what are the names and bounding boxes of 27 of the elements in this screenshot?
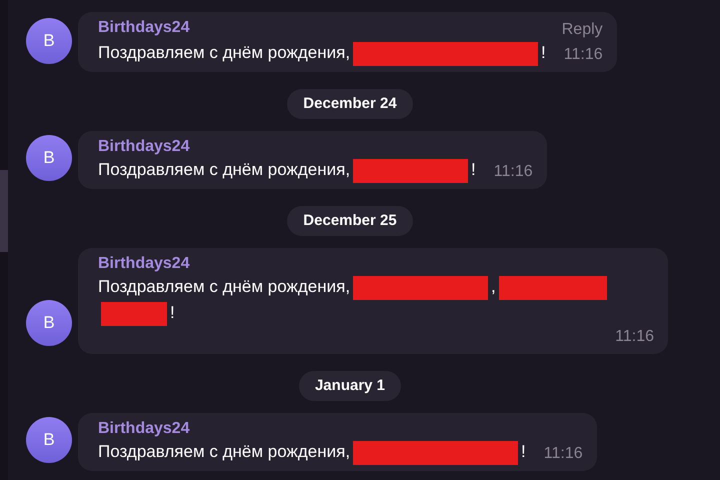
message-time: 11:16 (615, 327, 654, 347)
message-text: Поздравляем с днём рождения, (98, 43, 350, 62)
message-text: Поздравляем с днём рождения, (98, 277, 350, 296)
message-time: 11:16 (564, 45, 603, 65)
avatar[interactable]: B (26, 135, 72, 181)
message-text: Поздравляем с днём рождения, (98, 442, 350, 461)
avatar[interactable]: B (26, 417, 72, 463)
sender-name[interactable]: Birthdays24 (98, 419, 190, 439)
date-label: December 24 (287, 89, 413, 119)
sender-name[interactable]: Birthdays24 (98, 137, 190, 157)
redaction-mark (101, 302, 167, 326)
avatar[interactable]: B (26, 18, 72, 64)
reply-button[interactable]: Reply (562, 20, 603, 40)
message-text: Поздравляем с днём рождения, (98, 160, 350, 179)
message-text: ! (541, 43, 546, 62)
message-text: ! (170, 303, 175, 322)
message-text: , (491, 277, 496, 296)
message-time: 11:16 (494, 162, 533, 182)
sender-name[interactable]: Birthdays24 (98, 254, 190, 274)
sender-name[interactable]: Birthdays24 (98, 18, 190, 40)
message-time: 11:16 (544, 444, 583, 464)
message-text: ! (521, 442, 526, 461)
date-label: January 1 (298, 371, 402, 401)
scrollbar[interactable] (0, 170, 8, 252)
date-label: December 25 (287, 206, 413, 236)
avatar[interactable]: B (26, 300, 72, 346)
message-text: ! (471, 160, 476, 179)
